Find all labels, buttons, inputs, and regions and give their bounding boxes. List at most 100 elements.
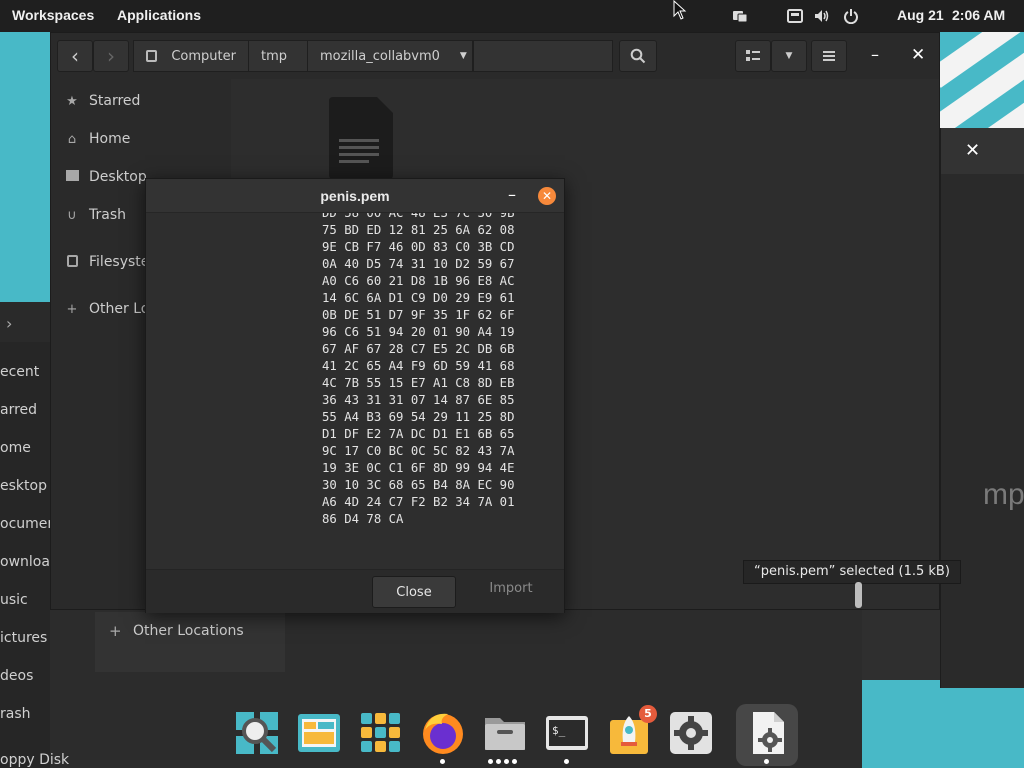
date-label[interactable]: Aug 21 xyxy=(897,7,944,23)
dialog-partial-text: mpt xyxy=(983,478,1024,511)
chevron-down-icon: ▼ xyxy=(785,51,793,61)
search-button[interactable] xyxy=(619,40,657,72)
close-icon[interactable]: ✕ xyxy=(965,140,980,161)
sidebar-item-videos[interactable]: deos xyxy=(0,668,33,684)
sidebar-item-music[interactable]: usic xyxy=(0,592,28,608)
sidebar-item-starred[interactable]: ★ Starred xyxy=(65,93,140,109)
volume-icon[interactable] xyxy=(814,8,830,24)
view-list-button[interactable] xyxy=(735,40,771,72)
wallpaper-fragment xyxy=(930,32,1024,132)
running-indicator xyxy=(440,759,445,764)
running-indicator xyxy=(488,759,493,764)
hex-line: 0B DE 51 D7 9F 35 1F 62 6F xyxy=(322,308,515,322)
hex-line: 67 AF 67 28 C7 E5 2C DB 6B xyxy=(322,342,515,356)
workspaces-button[interactable]: Workspaces xyxy=(12,7,94,23)
document-icon[interactable] xyxy=(325,95,395,180)
chevron-right-icon[interactable]: › xyxy=(6,314,12,333)
wallpaper-fragment xyxy=(853,680,1024,768)
sidebar-item-home[interactable]: ⌂ Home xyxy=(65,131,130,147)
hex-line: A6 4D 24 C7 F2 B2 34 7A 01 xyxy=(322,495,515,509)
plus-icon: + xyxy=(109,622,122,640)
firefox-icon xyxy=(423,713,463,754)
terminal-prompt: $_ xyxy=(552,724,566,737)
minimize-icon[interactable]: – xyxy=(508,185,516,204)
close-icon[interactable]: ✕ xyxy=(538,187,556,205)
home-icon: ⌂ xyxy=(67,132,77,147)
minimize-icon[interactable]: – xyxy=(871,45,879,64)
import-button[interactable]: Import xyxy=(466,572,556,604)
hex-line: 96 C6 51 94 20 01 90 A4 19 xyxy=(322,325,515,339)
running-indicator xyxy=(496,759,501,764)
star-icon: ★ xyxy=(66,94,78,109)
breadcrumb-mozilla[interactable]: mozilla_collabvm0 ▼ xyxy=(307,40,473,72)
list-view-icon xyxy=(746,50,760,61)
other-locations-label: Other Locations xyxy=(133,623,244,639)
dock-item-window-manager[interactable] xyxy=(296,710,342,756)
applications-button[interactable]: Applications xyxy=(117,7,201,23)
hex-line: 75 BD ED 12 81 25 6A 62 08 xyxy=(322,223,515,237)
close-icon[interactable]: ✕ xyxy=(911,45,925,65)
breadcrumb-computer[interactable]: Computer xyxy=(133,40,249,72)
hex-line: 19 3E 0C C1 6F 8D 99 94 4E xyxy=(322,461,515,475)
dock-item-files[interactable] xyxy=(482,710,528,756)
sidebar-item-desktop[interactable]: Desktop xyxy=(65,169,147,185)
notification-badge: 5 xyxy=(639,705,657,723)
window-manager-icon xyxy=(298,714,340,752)
dock-item-search[interactable] xyxy=(234,710,280,756)
running-indicator xyxy=(564,759,569,764)
sidebar-item-other-locations[interactable]: + Other Loc xyxy=(65,301,157,317)
sidebar-item-trash[interactable]: rash xyxy=(0,706,31,722)
sidebar-item-filesystem[interactable]: Filesyster xyxy=(65,254,155,270)
sidebar-item-label: Starred xyxy=(89,93,141,109)
dock-item-firefox[interactable] xyxy=(420,710,466,756)
hex-line: 36 43 31 31 07 14 87 6E 85 xyxy=(322,393,515,407)
dialog-footer: Close Import xyxy=(146,569,564,613)
selection-status: “penis.pem” selected (1.5 kB) xyxy=(743,560,961,584)
hex-line: D1 DF E2 7A DC D1 E1 6B 65 xyxy=(322,427,515,441)
dock-item-terminal[interactable]: $_ xyxy=(544,710,590,756)
breadcrumb-label: Computer xyxy=(171,48,236,64)
view-options-button[interactable]: ▼ xyxy=(771,40,807,72)
dock-item-settings[interactable] xyxy=(668,710,714,756)
terminal-icon xyxy=(546,716,588,750)
dock-item-app-grid[interactable] xyxy=(358,710,404,756)
folder-icon xyxy=(485,718,525,750)
sidebar-item-desktop[interactable]: esktop xyxy=(0,478,47,494)
files-headerbar: ‹ › Computer tmp mozilla_collabvm0 ▼ ▼ – xyxy=(51,33,939,79)
search-icon xyxy=(236,712,278,754)
sidebar-item-recent[interactable]: ecent xyxy=(0,364,39,380)
plus-icon: + xyxy=(66,302,78,317)
forward-button[interactable]: › xyxy=(93,40,129,72)
hex-line: 14 6C 6A D1 C9 D0 29 E9 61 xyxy=(322,291,515,305)
clock-label[interactable]: 2:06 AM xyxy=(952,7,1005,23)
power-icon[interactable] xyxy=(843,8,859,24)
sidebar-item-trash[interactable]: ∪ Trash xyxy=(65,207,126,223)
sidebar-item-starred[interactable]: arred xyxy=(0,402,37,418)
running-indicator xyxy=(764,759,769,764)
sidebar-item-label: Desktop xyxy=(89,169,147,185)
sidebar-item-floppy[interactable]: oppy Disk xyxy=(0,752,69,768)
desktop-icon xyxy=(65,170,79,184)
sidebar-item-pictures[interactable]: ictures xyxy=(0,630,47,646)
scrollbar-thumb[interactable] xyxy=(855,582,862,608)
other-locations-item[interactable]: + Other Locations xyxy=(95,612,285,672)
path-spacer[interactable] xyxy=(473,40,613,72)
hex-dump: DD 58 00 AC 48 E3 7C 30 9B 75 BD ED 12 81… xyxy=(322,213,515,528)
dock: $_ 5 xyxy=(226,702,800,768)
breadcrumb-tmp[interactable]: tmp xyxy=(248,40,308,72)
dialog-title: penis.pem xyxy=(320,188,390,204)
keyboard-icon[interactable] xyxy=(787,8,803,24)
dock-item-pop-shop[interactable]: 5 xyxy=(606,705,657,756)
hex-line: 9E CB F7 46 0D 83 C0 3B CD xyxy=(322,240,515,254)
hex-line: 0A 40 D5 74 31 10 D2 59 67 xyxy=(322,257,515,271)
dock-item-document-settings[interactable] xyxy=(744,710,790,756)
close-button[interactable]: Close xyxy=(372,576,456,608)
hex-line: 55 A4 B3 69 54 29 11 25 8D xyxy=(322,410,515,424)
screen-share-icon[interactable] xyxy=(732,8,748,24)
back-button[interactable]: ‹ xyxy=(57,40,93,72)
sidebar-item-home[interactable]: ome xyxy=(0,440,31,456)
menu-button[interactable] xyxy=(811,40,847,72)
running-indicator xyxy=(504,759,509,764)
sidebar-item-label: Home xyxy=(89,131,131,147)
mouse-cursor-icon xyxy=(673,0,687,20)
